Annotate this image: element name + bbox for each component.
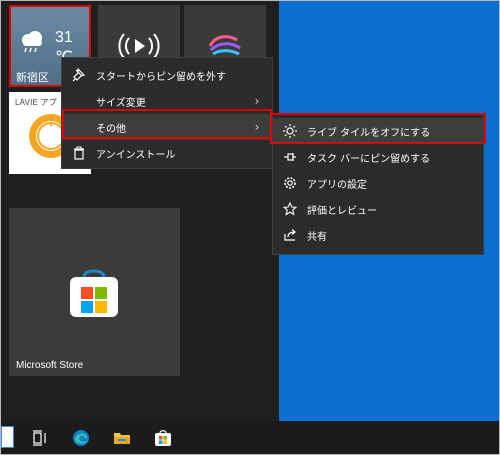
weather-location: 新宿区 xyxy=(16,72,49,84)
menu-item-unpin[interactable]: スタートからピン留めを外す xyxy=(62,62,272,88)
cloud-rain-icon xyxy=(22,31,42,53)
submenu-item-label: 評価とレビュー xyxy=(307,205,377,217)
submenu-item-label: アプリの設定 xyxy=(307,179,367,191)
submenu-item-label: タスク バーにピン留めする xyxy=(307,153,431,165)
store-icon[interactable] xyxy=(153,428,173,448)
highlight-box-more xyxy=(62,109,272,139)
submenu-item-label: 共有 xyxy=(307,231,327,243)
share-icon xyxy=(283,228,297,242)
trash-icon xyxy=(72,146,86,160)
highlight-box-live-tile xyxy=(270,113,486,144)
submenu-item-pin-taskbar[interactable]: タスク バーにピン留めする xyxy=(273,144,483,170)
lavie-tile-label: LAVIE アプ xyxy=(15,98,57,107)
chevron-right-icon: › xyxy=(254,94,260,108)
screenshot-frame: 31 ℃ 新宿区 LAVIE アプ xyxy=(0,0,500,455)
file-explorer-icon[interactable] xyxy=(112,428,132,448)
submenu-item-share[interactable]: 共有 xyxy=(273,222,483,248)
submenu-item-rate-review[interactable]: 評価とレビュー xyxy=(273,196,483,222)
search-box[interactable] xyxy=(1,426,14,448)
star-edit-icon xyxy=(283,202,297,216)
store-bag-icon xyxy=(70,269,118,317)
taskbar xyxy=(1,421,499,454)
menu-item-label: サイズ変更 xyxy=(96,97,146,109)
gear-icon xyxy=(283,176,297,190)
task-view-icon[interactable] xyxy=(30,428,50,448)
pin-icon xyxy=(283,150,297,164)
microsoft-store-tile[interactable]: Microsoft Store xyxy=(9,208,180,376)
app-logo-icon xyxy=(208,35,241,56)
edge-icon[interactable] xyxy=(71,428,91,448)
unpin-icon xyxy=(72,68,86,82)
submenu-item-app-settings[interactable]: アプリの設定 xyxy=(273,170,483,196)
menu-item-label: スタートからピン留めを外す xyxy=(96,71,226,83)
menu-item-uninstall[interactable]: アンインストール xyxy=(62,140,272,166)
blank-icon xyxy=(72,94,86,108)
store-tile-label: Microsoft Store xyxy=(16,360,84,371)
menu-item-label: アンインストール xyxy=(96,149,176,161)
